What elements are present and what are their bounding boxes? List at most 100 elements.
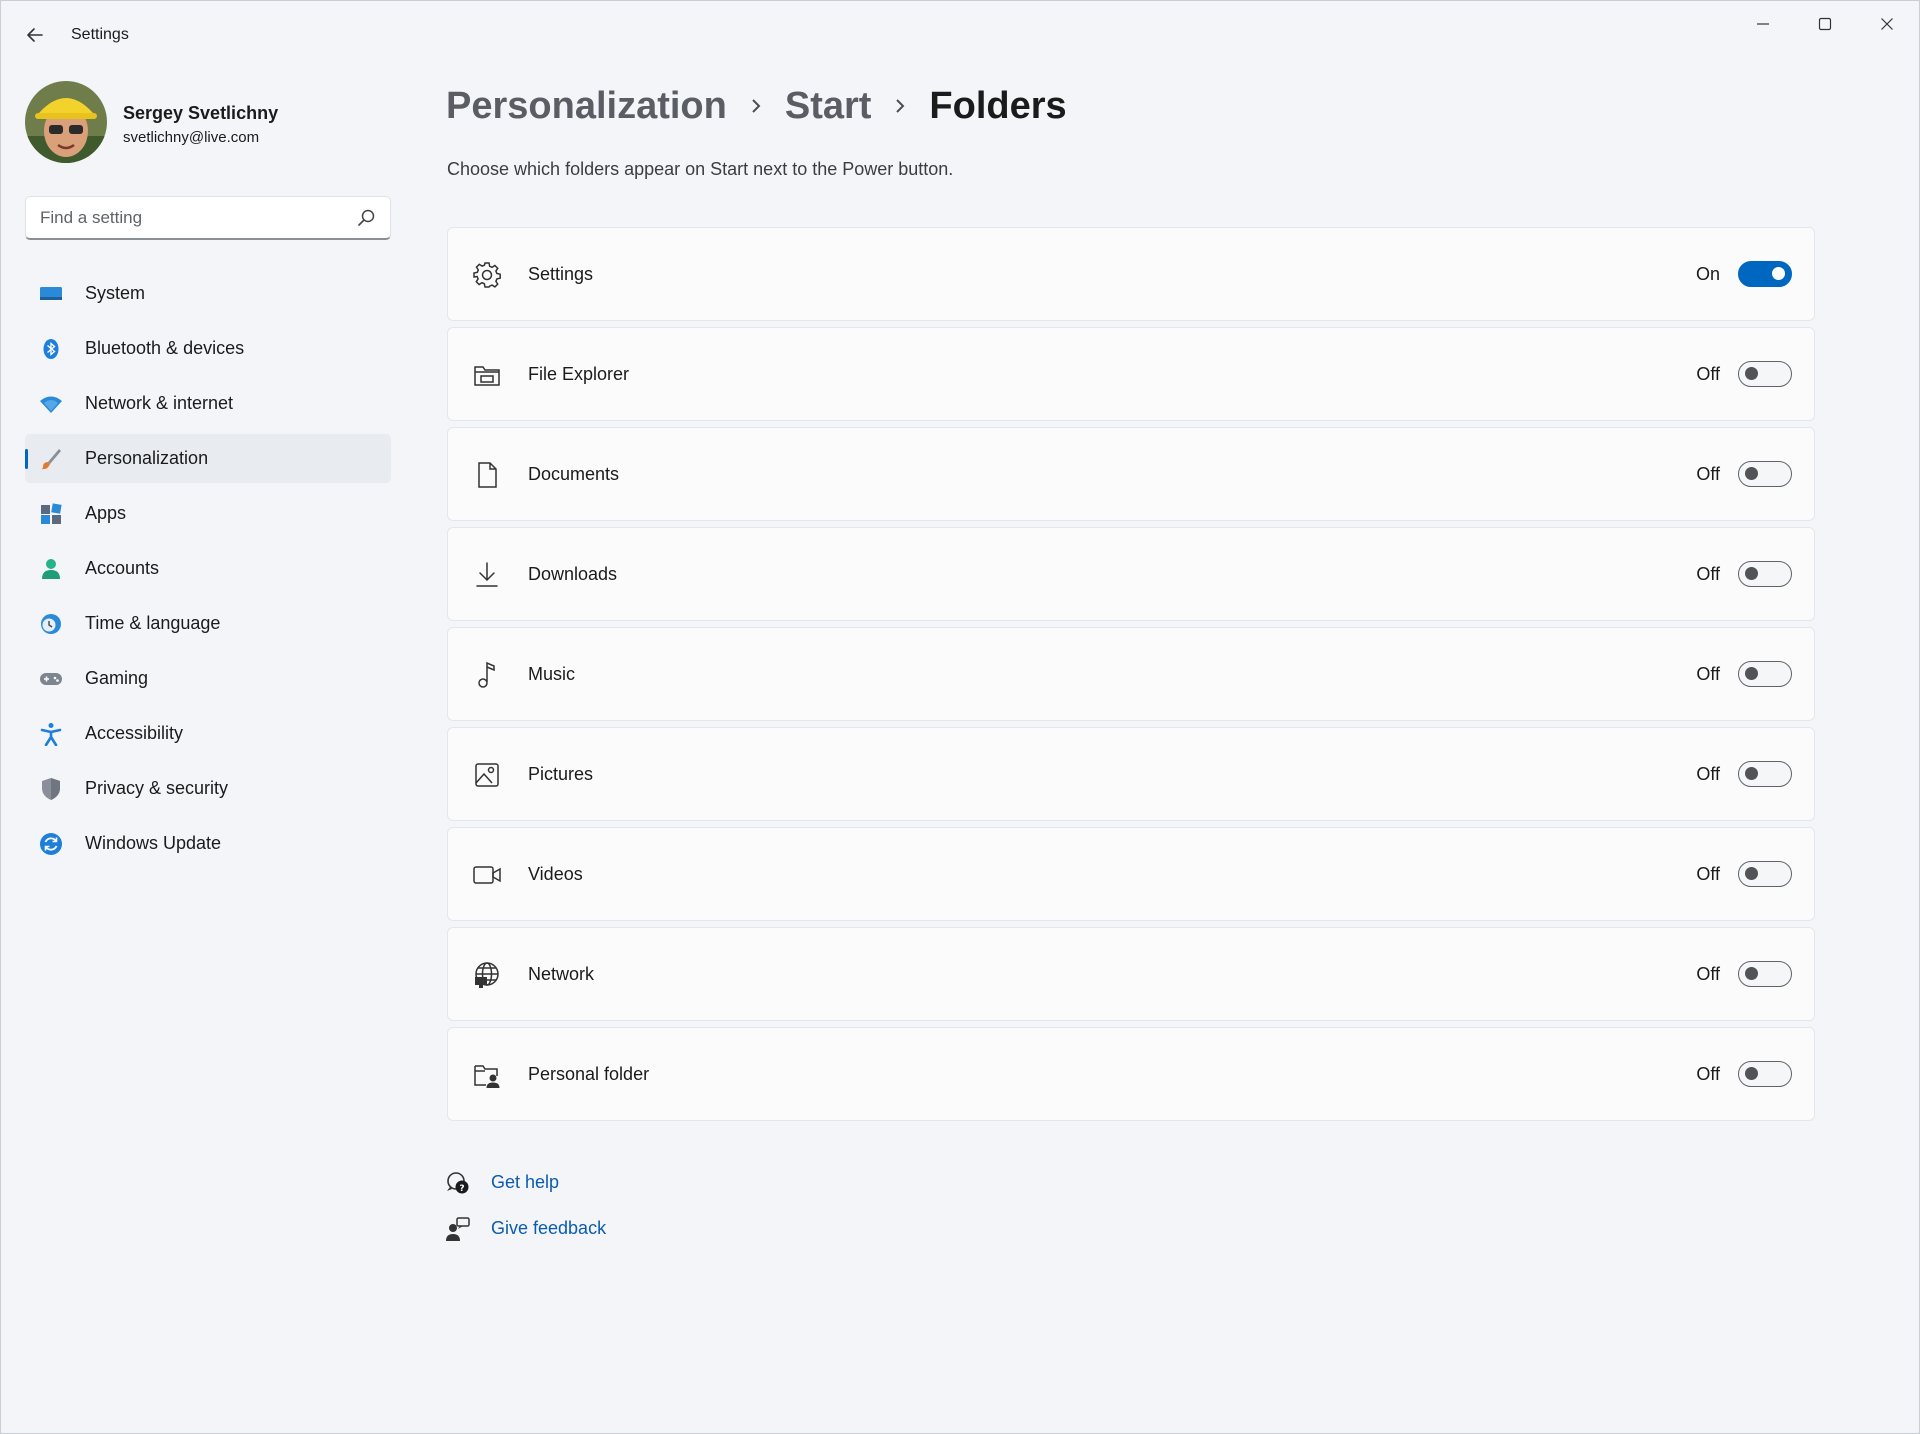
sidebar-item-privacy-security[interactable]: Privacy & security xyxy=(25,764,391,813)
folder-label: Personal folder xyxy=(528,1064,650,1084)
file-explorer-toggle[interactable] xyxy=(1738,361,1792,387)
folder-row-settings: Settings On xyxy=(447,227,1815,321)
user-profile[interactable]: Sergey Svetlichny svetlichny@live.com xyxy=(25,81,385,165)
personal-folder-toggle[interactable] xyxy=(1738,1061,1792,1087)
folder-row-music: Music Off xyxy=(447,627,1815,721)
search-box[interactable] xyxy=(25,196,391,240)
folder-list: Settings On File Explorer Off Documents … xyxy=(447,227,1815,1127)
sidebar-item-system[interactable]: System xyxy=(25,269,391,318)
user-email: svetlichny@live.com xyxy=(123,129,260,146)
close-icon xyxy=(1881,18,1893,30)
sidebar-item-label: Accounts xyxy=(85,558,160,578)
give-feedback-label[interactable]: Give feedback xyxy=(491,1218,606,1239)
breadcrumb-personalization[interactable]: Personalization xyxy=(446,85,727,128)
help-links: ? Get help Give feedback xyxy=(445,1166,745,1258)
close-button[interactable] xyxy=(1856,1,1918,47)
sidebar-item-label: Accessibility xyxy=(85,723,184,743)
svg-text:?: ? xyxy=(459,1184,464,1194)
clock-globe-icon xyxy=(41,614,61,634)
user-name: Sergey Svetlichny xyxy=(123,103,279,123)
sidebar-item-accounts[interactable]: Accounts xyxy=(25,544,391,593)
folder-label: Documents xyxy=(528,464,620,484)
maximize-icon xyxy=(1818,17,1832,31)
sidebar-item-label: Personalization xyxy=(85,448,209,468)
folder-row-videos: Videos Off xyxy=(447,827,1815,921)
folder-row-documents: Documents Off xyxy=(447,427,1815,521)
folder-row-file-explorer: File Explorer Off xyxy=(447,327,1815,421)
toggle-state-label: Off xyxy=(1696,864,1720,884)
accessibility-icon xyxy=(40,723,62,746)
network-toggle[interactable] xyxy=(1738,961,1792,987)
settings-toggle[interactable] xyxy=(1738,261,1792,287)
toggle-knob xyxy=(1745,1067,1758,1080)
folder-label: Settings xyxy=(528,264,594,284)
videos-toggle[interactable] xyxy=(1738,861,1792,887)
account-icon xyxy=(42,559,60,579)
folder-label: Videos xyxy=(528,864,583,884)
avatar xyxy=(25,81,107,163)
sidebar-item-network[interactable]: Network & internet xyxy=(25,379,391,428)
wifi-icon xyxy=(40,396,62,413)
folder-row-downloads: Downloads Off xyxy=(447,527,1815,621)
folder-row-network: Network Off xyxy=(447,927,1815,1021)
toggle-knob xyxy=(1745,667,1758,680)
toggle-state-label: Off xyxy=(1696,1064,1720,1084)
sidebar-item-accessibility[interactable]: Accessibility xyxy=(25,709,391,758)
system-icon xyxy=(40,287,62,300)
search-input[interactable] xyxy=(38,197,342,239)
sidebar-item-label: Network & internet xyxy=(85,393,234,413)
downloads-toggle[interactable] xyxy=(1738,561,1792,587)
music-toggle[interactable] xyxy=(1738,661,1792,687)
help-chat-icon: ? xyxy=(447,1172,469,1194)
music-note-icon xyxy=(478,661,495,688)
gear-icon xyxy=(473,262,501,288)
sidebar-item-personalization[interactable]: Personalization xyxy=(25,434,391,483)
breadcrumb-separator xyxy=(871,97,929,115)
gamepad-icon xyxy=(40,673,62,685)
settings-window: Settings Sergey Svetlichny svetlichny@li… xyxy=(0,0,1920,1434)
toggle-state-label: Off xyxy=(1696,664,1720,684)
toggle-knob xyxy=(1772,267,1785,280)
sidebar-item-windows-update[interactable]: Windows Update xyxy=(25,819,391,868)
minimize-button[interactable] xyxy=(1732,1,1794,47)
picture-icon xyxy=(475,763,499,787)
user-photo-icon xyxy=(25,81,107,163)
download-icon xyxy=(476,562,498,587)
sidebar-nav: System Bluetooth & devices Network & int… xyxy=(25,269,391,874)
apps-icon xyxy=(41,503,62,524)
page-title: Folders xyxy=(929,84,1067,127)
breadcrumb-separator xyxy=(727,97,785,115)
network-globe-icon xyxy=(475,962,499,988)
toggle-state-label: Off xyxy=(1696,564,1720,584)
file-explorer-icon xyxy=(474,366,500,386)
feedback-icon xyxy=(446,1217,470,1241)
update-icon xyxy=(40,833,62,855)
search-icon[interactable] xyxy=(356,208,376,228)
back-button[interactable] xyxy=(19,19,51,51)
documents-toggle[interactable] xyxy=(1738,461,1792,487)
pictures-toggle[interactable] xyxy=(1738,761,1792,787)
video-camera-icon xyxy=(473,866,501,884)
shield-icon xyxy=(42,778,60,800)
get-help-link[interactable]: ? Get help xyxy=(445,1166,745,1212)
toggle-knob xyxy=(1745,367,1758,380)
toggle-knob xyxy=(1745,567,1758,580)
personal-folder-icon xyxy=(474,1065,500,1088)
folder-label: Music xyxy=(528,664,576,684)
sidebar-item-apps[interactable]: Apps xyxy=(25,489,391,538)
sidebar-item-label: Time & language xyxy=(85,613,221,633)
breadcrumb-start[interactable]: Start xyxy=(785,85,872,128)
sidebar-item-label: Apps xyxy=(85,503,127,523)
give-feedback-link[interactable]: Give feedback xyxy=(445,1212,745,1258)
toggle-state-label: On xyxy=(1695,264,1720,284)
chevron-right-icon xyxy=(752,99,761,113)
toggle-knob xyxy=(1745,967,1758,980)
maximize-button[interactable] xyxy=(1794,1,1856,47)
sidebar-item-bluetooth[interactable]: Bluetooth & devices xyxy=(25,324,391,373)
sidebar-item-gaming[interactable]: Gaming xyxy=(25,654,391,703)
get-help-label[interactable]: Get help xyxy=(491,1172,559,1193)
sidebar-item-label: System xyxy=(85,283,146,303)
document-icon xyxy=(478,462,497,488)
chevron-right-icon xyxy=(896,99,905,113)
sidebar-item-time-language[interactable]: Time & language xyxy=(25,599,391,648)
